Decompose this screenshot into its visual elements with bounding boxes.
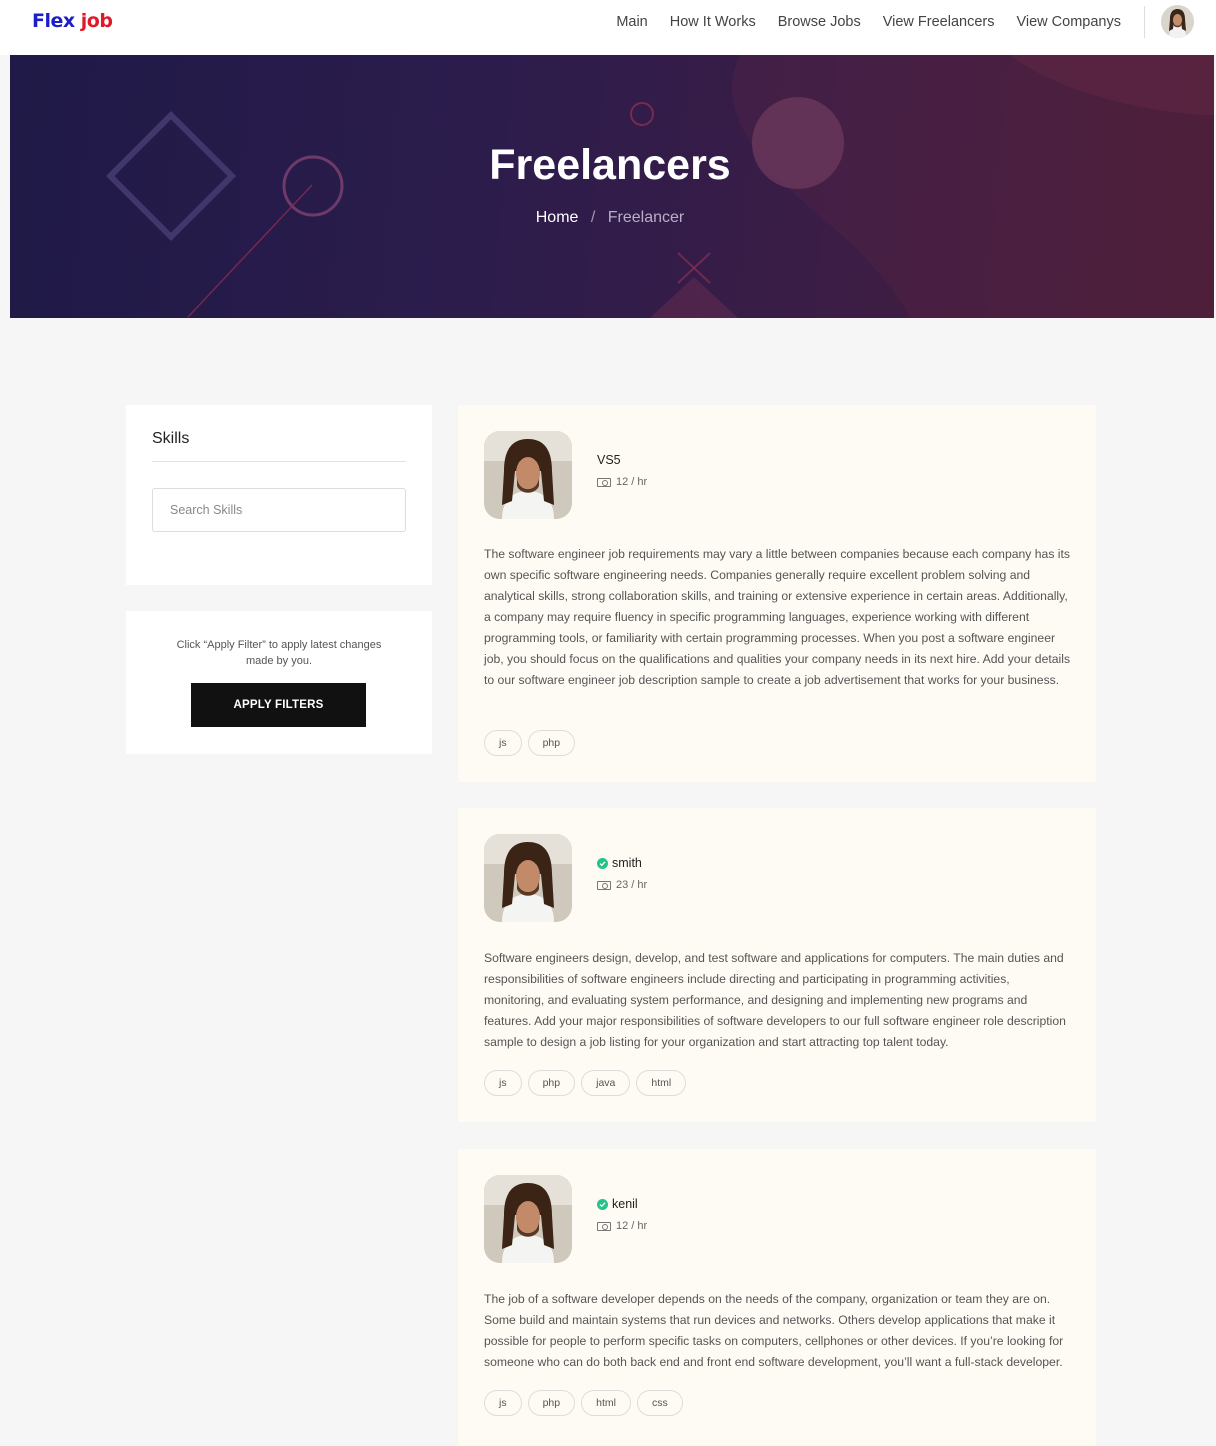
skill-tag[interactable]: css (636, 1390, 683, 1416)
skill-tag[interactable]: php (527, 1390, 576, 1416)
freelancer-card[interactable]: kenil 12 / hr The job of a software deve… (458, 1149, 1096, 1446)
nav-browse-jobs[interactable]: Browse Jobs (767, 14, 872, 30)
skill-tag[interactable]: html (636, 1070, 687, 1096)
freelancer-card[interactable]: VS5 12 / hr The software engineer job re… (458, 405, 1096, 782)
nav-main[interactable]: Main (605, 14, 658, 30)
nav-how-it-works[interactable]: How It Works (659, 14, 767, 30)
skill-tag[interactable]: php (527, 1070, 576, 1096)
search-skills-input[interactable] (152, 488, 406, 532)
breadcrumb-separator: / (590, 209, 596, 226)
logo-text-flex: Flex (32, 10, 75, 32)
filter-note: Click “Apply Filter” to apply latest cha… (176, 639, 382, 667)
freelancer-name[interactable]: VS5 (597, 453, 621, 467)
top-navbar: Flex job Main How It Works Browse Jobs V… (0, 0, 1216, 55)
money-icon (597, 477, 611, 487)
skill-tag[interactable]: java (581, 1070, 631, 1096)
logo-text-job: job (80, 10, 113, 32)
freelancer-avatar[interactable] (484, 834, 572, 922)
money-icon (597, 880, 611, 890)
skill-tag[interactable]: php (527, 730, 576, 756)
breadcrumb: Home / Freelancer (10, 209, 1210, 227)
freelancer-rate-text: 23 / hr (616, 879, 648, 891)
freelancer-avatar[interactable] (484, 1175, 572, 1263)
skill-tags: js php (484, 730, 576, 756)
breadcrumb-home[interactable]: Home (536, 209, 579, 226)
verified-check-icon (597, 857, 608, 869)
freelancer-name[interactable]: smith (597, 856, 642, 870)
skill-tags: js php java html (484, 1070, 687, 1096)
skill-tag[interactable]: js (484, 730, 522, 756)
freelancer-description: Software engineers design, develop, and … (484, 951, 1066, 1049)
freelancer-card[interactable]: smith 23 / hr Software engineers design,… (458, 808, 1096, 1122)
nav-divider (1144, 6, 1145, 38)
nav-view-companys[interactable]: View Companys (1005, 14, 1132, 30)
page-title: Freelancers (489, 141, 731, 189)
breadcrumb-current: Freelancer (607, 209, 685, 226)
freelancer-rate-text: 12 / hr (616, 476, 648, 488)
freelancer-avatar[interactable] (484, 431, 572, 519)
nav-view-freelancers[interactable]: View Freelancers (872, 14, 1006, 30)
apply-filter-card: Click “Apply Filter” to apply latest cha… (126, 611, 432, 754)
user-avatar-icon[interactable] (1161, 5, 1194, 38)
freelancer-rate: 12 / hr (597, 1220, 647, 1232)
freelancer-rate: 23 / hr (597, 879, 647, 891)
skill-tag[interactable]: js (484, 1070, 522, 1096)
apply-filters-button[interactable]: APPLY FILTERS (191, 683, 366, 727)
skills-filter-card: Skills (126, 405, 432, 585)
freelancer-description: The job of a software developer depends … (484, 1292, 1064, 1369)
freelancer-description: The software engineer job requirements m… (484, 547, 1071, 687)
verified-check-icon (597, 1198, 608, 1210)
skills-divider (152, 461, 406, 462)
skills-heading: Skills (152, 430, 190, 447)
site-logo[interactable]: Flex job (32, 10, 113, 32)
freelancer-rate-text: 12 / hr (616, 1220, 648, 1232)
money-icon (597, 1221, 611, 1231)
skill-tag[interactable]: html (581, 1390, 631, 1416)
hero-banner: Freelancers Home / Freelancer (10, 55, 1214, 318)
skill-tag[interactable]: js (484, 1390, 522, 1416)
freelancer-name-text: smith (612, 856, 642, 870)
main-nav: Main How It Works Browse Jobs View Freel… (605, 0, 1132, 44)
freelancer-name[interactable]: kenil (597, 1197, 638, 1211)
freelancer-name-text: VS5 (597, 453, 621, 467)
freelancer-rate: 12 / hr (597, 476, 647, 488)
freelancer-name-text: kenil (612, 1197, 638, 1211)
skill-tags: js php html css (484, 1390, 683, 1416)
